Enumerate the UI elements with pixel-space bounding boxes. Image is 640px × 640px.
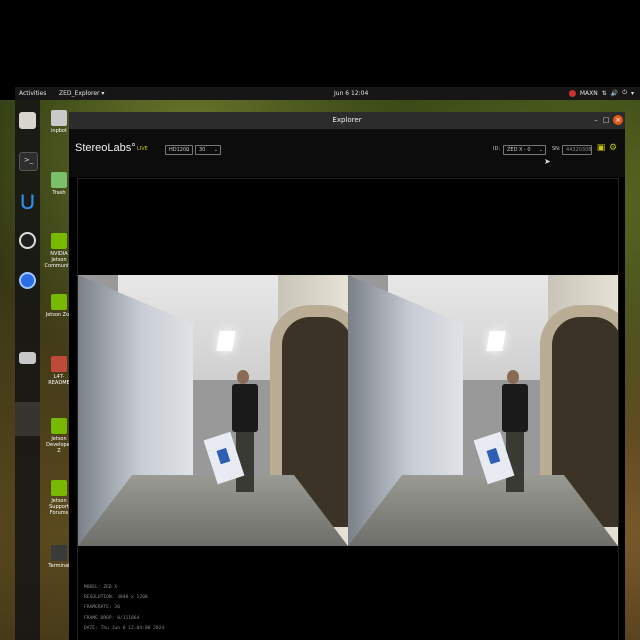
activities-button[interactable]: Activities [19,90,46,97]
drive-icon[interactable] [19,352,36,364]
gear-icon[interactable]: ⚙ [608,143,618,153]
chevron-down-icon[interactable]: ▾ [631,90,634,97]
nvidia-icon [51,480,67,496]
record-icon[interactable]: ▣ [596,143,606,153]
right-camera-view [348,275,618,546]
window-title: Explorer [332,116,362,124]
folder-icon [51,110,67,126]
power-icon[interactable]: ⏻ [622,89,627,97]
divider [78,178,618,179]
network-icon[interactable]: ⇅ [602,90,607,97]
id-label: ID: [493,146,501,152]
explorer-window: Explorer – □ × StereoLabs° LIVE HD1200 ⌄ … [69,112,625,640]
info-model: MODEL: ZED X [84,584,118,590]
camera-id-select[interactable]: ZED X - 0 ⌄ [503,145,546,155]
window-titlebar[interactable]: Explorer – □ × [69,112,625,129]
nvidia-power-icon[interactable] [568,89,576,97]
trash-icon [51,172,67,188]
close-button[interactable]: × [613,115,623,125]
info-date: DATE: Thu Jun 6 12:04:00 2024 [84,625,165,631]
info-frame-drop: FRAME DROP: 0/111864 [84,615,140,621]
minimize-button[interactable]: – [591,115,601,125]
resolution-select[interactable]: HD1200 ⌄ [165,145,193,155]
chevron-down-icon: ⌄ [538,147,543,153]
fps-select[interactable]: 30 ⌄ [195,145,221,155]
folder-icon [51,356,67,372]
app-toolbar: StereoLabs° LIVE HD1200 ⌄ 30 ⌄ ID: ZED X -… [69,129,625,177]
chevron-down-icon: ⌄ [213,147,218,153]
dock-active-indicator [15,402,40,436]
dock: >_ ⋃ [15,100,40,640]
letterbox-top [0,0,640,87]
obs-icon[interactable] [19,232,36,249]
info-framerate: FRAMERATE: 30 [84,605,120,611]
clock[interactable]: Jun 6 12:04 [334,90,368,97]
chromium-icon[interactable] [19,272,36,289]
info-resolution: RESOLUTION: 3840 x 1200 [84,595,148,601]
camera-info-overlay: MODEL: ZED X RESOLUTION: 3840 x 1200 FRA… [84,583,164,634]
sn-label: SN: [552,146,561,152]
app-menu[interactable]: ZED_Explorer ▾ [59,90,104,97]
chevron-down-icon: ⌄ [185,147,190,153]
video-area: MODEL: ZED X RESOLUTION: 3840 x 1200 FRA… [77,178,619,640]
maximize-button[interactable]: □ [601,115,611,125]
files-icon[interactable] [19,112,36,129]
serial-number-field: 44320308 [562,145,592,155]
terminal-icon[interactable]: >_ [19,152,38,171]
live-badge: LIVE [137,146,148,152]
system-top-bar: Activities ZED_Explorer ▾ Jun 6 12:04 MA… [15,87,640,100]
nvidia-icon [51,294,67,310]
mouse-cursor: ➤ [544,157,551,166]
stereolabs-logo: StereoLabs° [75,142,136,154]
nvidia-icon [51,418,67,434]
system-tray[interactable]: MAXN ⇅ 🔊 ⏻ ▾ [568,89,634,97]
volume-icon[interactable]: 🔊 [611,90,618,97]
nvidia-icon [51,233,67,249]
left-camera-view [78,275,348,546]
vscode-icon[interactable]: ⋃ [19,192,36,209]
terminal-icon [51,545,67,561]
power-mode-label: MAXN [579,89,598,97]
